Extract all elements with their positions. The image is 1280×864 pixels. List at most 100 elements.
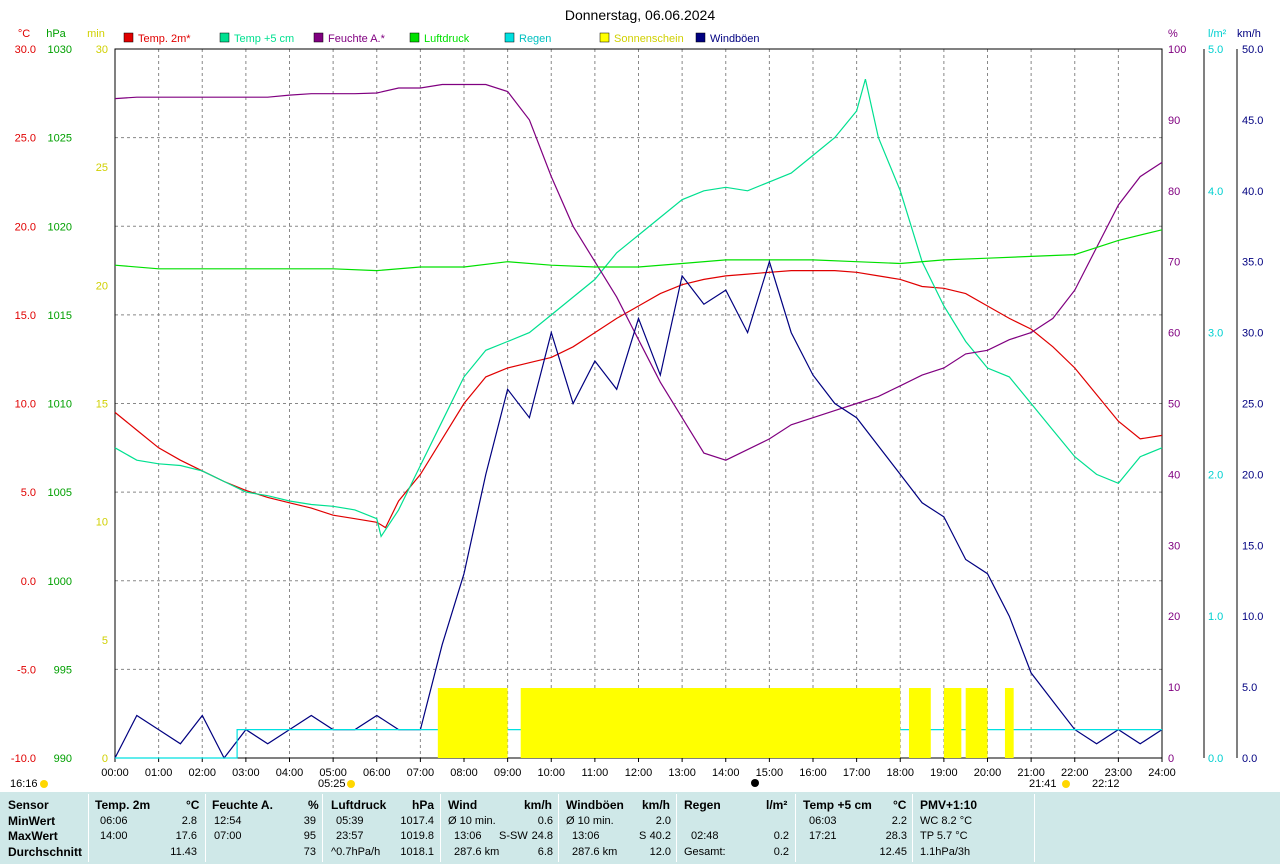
sunshine-bar: [1004, 688, 1014, 758]
humidity-tick-label: 70: [1168, 257, 1180, 269]
temp2m-max: 17.6: [175, 830, 197, 842]
wind-max: 24.8: [531, 830, 553, 842]
rain-tick-label: 1.0: [1208, 611, 1223, 623]
temp5cm-min: 2.2: [891, 815, 907, 827]
wind-tick-label: 10.0: [1242, 611, 1263, 623]
humidity-max: 95: [303, 830, 316, 842]
x-tick-label: 20:00: [974, 767, 1002, 779]
pressure-min-time: 05:39: [336, 815, 364, 827]
wind-tick-label: 20.0: [1242, 469, 1263, 481]
wind-avg: 6.8: [537, 846, 553, 858]
humidity-tick-label: 10: [1168, 682, 1180, 694]
pressure-tick-label: 1010: [48, 399, 72, 411]
x-tick-label: 09:00: [494, 767, 522, 779]
x-tick-label: 19:00: [930, 767, 958, 779]
stats-col-temp5cm: Temp +5 cm °C 06:03 2.2 17:21 28.3 12.45: [797, 792, 912, 864]
x-tick-label: 11:00: [582, 767, 609, 779]
stats-col-pmv: PMV+1:10 WC 8.2 °C TP 5.7 °C 1.1hPa/3h: [914, 792, 1034, 864]
temp-tick-label: 25.0: [15, 133, 36, 145]
temp-tick-label: 0.0: [21, 576, 36, 588]
wind-tick-label: 25.0: [1242, 399, 1263, 411]
x-tick-label: 24:00: [1148, 767, 1176, 779]
sunshine-bar: [965, 688, 988, 758]
temp2m-min-time: 06:06: [100, 815, 128, 827]
gusts-distance: 287.6 km: [572, 846, 618, 858]
pressure-tick-label: 1020: [48, 221, 72, 233]
sunshine-bar: [943, 688, 962, 758]
legend-label: Temp. 2m*: [138, 33, 191, 45]
x-tick-label: 07:00: [407, 767, 435, 779]
temp5cm-max-time: 17:21: [809, 830, 837, 842]
wind-header: Wind: [448, 798, 478, 812]
rain-header: Regen: [684, 798, 721, 812]
sunrise-label: 05:25: [318, 778, 346, 790]
temp5cm-min-time: 06:03: [809, 815, 837, 827]
temp2m-avg: 11.43: [170, 846, 197, 858]
row-label-sensor: Sensor: [8, 798, 49, 812]
gusts-avg: 12.0: [649, 846, 671, 858]
wind-tick-label: 5.0: [1242, 682, 1257, 694]
humidity-tick-label: 40: [1168, 469, 1180, 481]
temp-axis-unit: °C: [18, 28, 30, 40]
pressure-avg: 1018.1: [400, 846, 434, 858]
x-tick-label: 12:00: [625, 767, 653, 779]
gusts-max-time: 13:06: [572, 830, 600, 842]
x-tick-label: 14:00: [712, 767, 740, 779]
pressure-header: Luftdruck: [331, 798, 387, 812]
pressure-max-time: 23:57: [336, 830, 364, 842]
humidity-tick-label: 50: [1168, 399, 1180, 411]
wind-tick-label: 15.0: [1242, 540, 1263, 552]
wind-max-dir: S-SW: [499, 830, 528, 842]
humidity-tick-label: 0: [1168, 753, 1174, 765]
rain-axis-unit: l/m²: [1208, 28, 1227, 40]
sunset-label: 21:41: [1029, 778, 1057, 790]
statistics-table: Sensor MinWert MaxWert Durchschnitt Temp…: [0, 792, 1280, 864]
new-moon-icon: [751, 779, 759, 787]
legend-label: Windböen: [710, 33, 760, 45]
legend-swatch: [599, 32, 610, 43]
humidity-tick-label: 90: [1168, 115, 1180, 127]
humidity-tick-label: 20: [1168, 611, 1180, 623]
temp5cm-header: Temp +5 cm: [803, 798, 872, 812]
pressure-tick-label: 995: [54, 664, 72, 676]
temp-tick-label: 10.0: [15, 399, 36, 411]
humidity-unit: %: [308, 798, 319, 812]
wind-tick-label: 50.0: [1242, 44, 1263, 56]
gusts-min-label: Ø 10 min.: [566, 815, 614, 827]
legend-swatch: [313, 32, 324, 43]
gusts-unit: km/h: [642, 798, 671, 812]
temp2m-max-time: 14:00: [100, 830, 128, 842]
rain-max-time: 02:48: [691, 830, 719, 842]
rain-max: 0.2: [773, 830, 789, 842]
gusts-max: 40.2: [649, 830, 671, 842]
legend-label: Regen: [519, 33, 551, 45]
x-tick-label: 00:00: [101, 767, 129, 779]
pressure-tick-label: 1030: [48, 44, 72, 56]
rain-tick-label: 2.0: [1208, 469, 1223, 481]
temp5cm-max: 28.3: [885, 830, 907, 842]
temp2m-min: 2.8: [181, 815, 197, 827]
rain-total-label: Gesamt:: [684, 846, 726, 858]
rain-total: 0.2: [773, 846, 789, 858]
x-tick-label: 22:00: [1061, 767, 1089, 779]
chart-title: Donnerstag, 06.06.2024: [565, 7, 715, 23]
sun_minutes-tick-label: 5: [102, 635, 108, 647]
rain-tick-label: 3.0: [1208, 328, 1223, 340]
wind-tick-label: 0.0: [1242, 753, 1257, 765]
temp-tick-label: -10.0: [11, 753, 36, 765]
sunrise-icon: [347, 780, 355, 788]
x-tick-label: 16:00: [799, 767, 827, 779]
stats-col-wind: Wind km/h Ø 10 min. 0.6 13:06 S-SW 24.8 …: [442, 792, 558, 864]
humidity-min-time: 12:54: [214, 815, 242, 827]
temp-tick-label: 5.0: [21, 487, 36, 499]
temp-tick-label: -5.0: [17, 664, 36, 676]
wind-distance: 287.6 km: [454, 846, 500, 858]
legend-swatch: [504, 32, 515, 43]
pressure-tick-label: 990: [54, 753, 72, 765]
temp-tick-label: 30.0: [15, 44, 36, 56]
humidity-avg: 73: [303, 846, 316, 858]
pressure-axis-unit: hPa: [46, 28, 66, 40]
pmv-header: PMV+1:10: [920, 798, 978, 812]
wind-tick-label: 40.0: [1242, 186, 1263, 198]
sunshine-bar: [437, 688, 508, 758]
